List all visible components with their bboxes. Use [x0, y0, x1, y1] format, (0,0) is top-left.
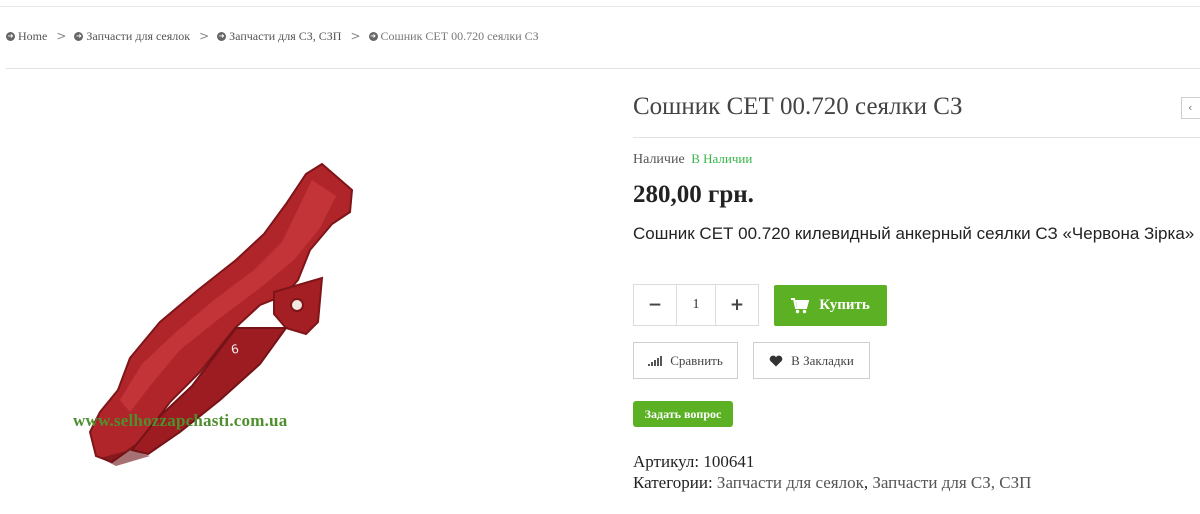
product-price: 280,00 грн.: [633, 181, 754, 208]
quantity-stepper: − 1 +: [633, 284, 759, 326]
cart-icon: [791, 297, 810, 313]
minus-icon: −: [647, 295, 663, 315]
breadcrumb-seeders-parts[interactable]: ➜ Запчасти для сеялок: [74, 29, 190, 44]
breadcrumb-label[interactable]: Запчасти для СЗ, СЗП: [229, 29, 341, 44]
quantity-increase-button[interactable]: +: [716, 285, 758, 325]
quantity-input[interactable]: 1: [676, 285, 716, 325]
category-link-sz[interactable]: Запчасти для СЗ, СЗП: [872, 473, 1031, 492]
sku-value: 100641: [703, 452, 755, 471]
availability-status: В Наличии: [691, 151, 753, 166]
image-watermark: www.selhozzapchasti.com.ua: [73, 411, 288, 430]
breadcrumb-label[interactable]: Сошник СЕТ 00.720 сеялки СЗ: [381, 29, 539, 44]
category-link-seeders[interactable]: Запчасти для сеялок: [717, 473, 864, 492]
product-sku: Артикул: 100641: [633, 452, 754, 472]
product-categories: Категории: Запчасти для сеялок, Запчасти…: [633, 473, 1032, 492]
breadcrumb-current[interactable]: ➜ Сошник СЕТ 00.720 сеялки СЗ: [368, 29, 539, 44]
buy-button[interactable]: Купить: [774, 285, 887, 326]
heart-icon: [769, 355, 783, 366]
bar-chart-icon: [648, 355, 663, 366]
wishlist-label: В Закладки: [791, 352, 854, 368]
arrow-circle-icon: ➜: [368, 31, 378, 41]
breadcrumb-label[interactable]: Запчасти для сеялок: [86, 29, 190, 44]
arrow-circle-icon: ➜: [6, 31, 15, 41]
top-divider: [0, 6, 1200, 7]
ask-question-button[interactable]: Задать вопрос: [633, 401, 733, 427]
arrow-circle-icon: ➜: [217, 31, 227, 41]
breadcrumb-label[interactable]: Home: [18, 29, 47, 44]
sku-label: Артикул:: [633, 452, 700, 471]
quantity-decrease-button[interactable]: −: [634, 285, 676, 325]
prev-product-button[interactable]: ‹: [1181, 97, 1200, 119]
breadcrumb-divider: [6, 68, 1200, 69]
title-divider: [633, 137, 1200, 138]
availability: Наличие В Наличии: [633, 151, 752, 168]
chevron-left-icon: ‹: [1188, 101, 1193, 114]
breadcrumb-sz-parts[interactable]: ➜ Запчасти для СЗ, СЗП: [217, 29, 341, 44]
buy-label: Купить: [819, 297, 870, 313]
compare-label: Сравнить: [670, 352, 723, 368]
product-description: Сошник СЕТ 00.720 килевидный анкерный се…: [633, 224, 1195, 243]
breadcrumb: ➜ Home > ➜ Запчасти для сеялок > ➜ Запча…: [6, 27, 539, 45]
breadcrumb-separator: >: [199, 29, 210, 43]
breadcrumb-home[interactable]: ➜ Home: [6, 29, 47, 44]
compare-button[interactable]: Сравнить: [633, 342, 738, 379]
breadcrumb-separator: >: [350, 29, 361, 43]
wishlist-button[interactable]: В Закладки: [753, 342, 870, 379]
availability-label: Наличие: [633, 152, 685, 167]
plus-icon: +: [729, 295, 745, 315]
product-title: Сошник СЕТ 00.720 сеялки СЗ: [633, 93, 963, 120]
categories-label: Категории:: [633, 473, 713, 492]
arrow-circle-icon: ➜: [74, 31, 84, 41]
breadcrumb-separator: >: [56, 29, 67, 43]
